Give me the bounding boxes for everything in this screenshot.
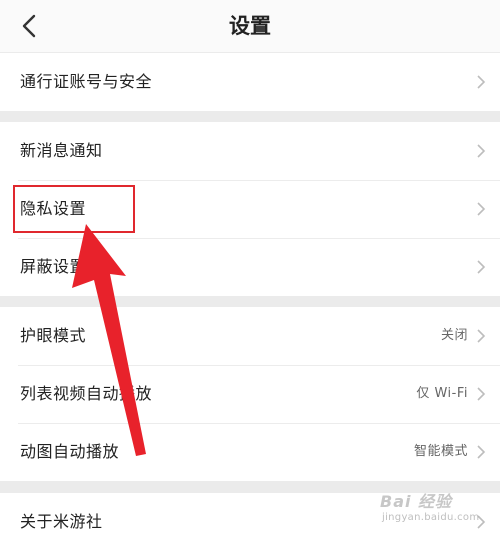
watermark-text: Bai 经验	[380, 492, 453, 511]
annotation-arrow-icon	[72, 224, 146, 456]
watermark-url: jingyan.baidu.com	[382, 512, 480, 523]
watermark-logo: Bai 经验 jingyan.baidu.com	[380, 488, 492, 532]
